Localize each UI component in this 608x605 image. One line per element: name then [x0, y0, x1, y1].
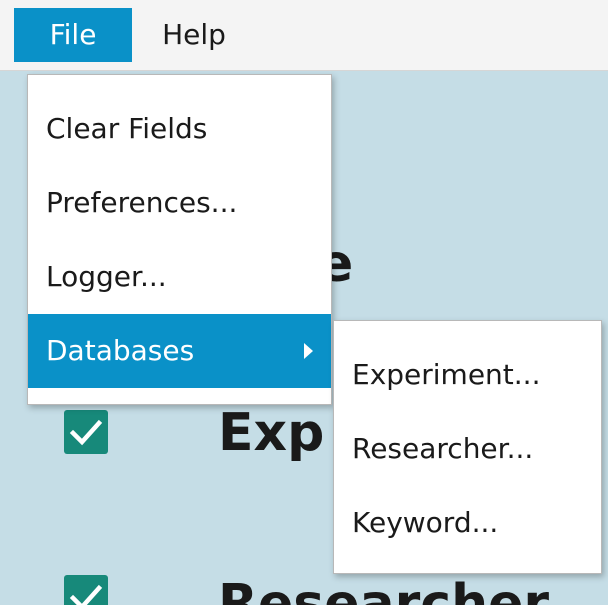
checkmark-icon — [69, 584, 103, 605]
menu-item-databases[interactable]: Databases — [28, 314, 331, 388]
menu-item-clear-fields[interactable]: Clear Fields — [28, 92, 331, 166]
chevron-right-icon — [304, 343, 313, 359]
experiment-checkbox-label: Exp — [218, 403, 325, 463]
menu-bar: File Help — [0, 0, 608, 71]
menu-item-researcher[interactable]: Researcher... — [334, 412, 601, 486]
databases-submenu: Experiment... Researcher... Keyword... — [333, 320, 602, 574]
menu-item-keyword[interactable]: Keyword... — [334, 486, 601, 560]
menu-item-preferences[interactable]: Preferences... — [28, 166, 331, 240]
researcher-checkbox[interactable] — [64, 575, 108, 605]
checkmark-icon — [69, 419, 103, 446]
menu-item-logger[interactable]: Logger... — [28, 240, 331, 314]
menu-item-databases-label: Databases — [46, 334, 195, 367]
menu-file[interactable]: File — [14, 8, 132, 62]
experiment-checkbox[interactable] — [64, 410, 108, 454]
menu-item-experiment[interactable]: Experiment... — [334, 338, 601, 412]
menu-help[interactable]: Help — [132, 8, 256, 62]
app-window: e Exp Researcher File Help Clear Fields … — [0, 0, 608, 605]
file-menu-dropdown: Clear Fields Preferences... Logger... Da… — [27, 74, 332, 405]
researcher-checkbox-label: Researcher — [218, 574, 550, 605]
